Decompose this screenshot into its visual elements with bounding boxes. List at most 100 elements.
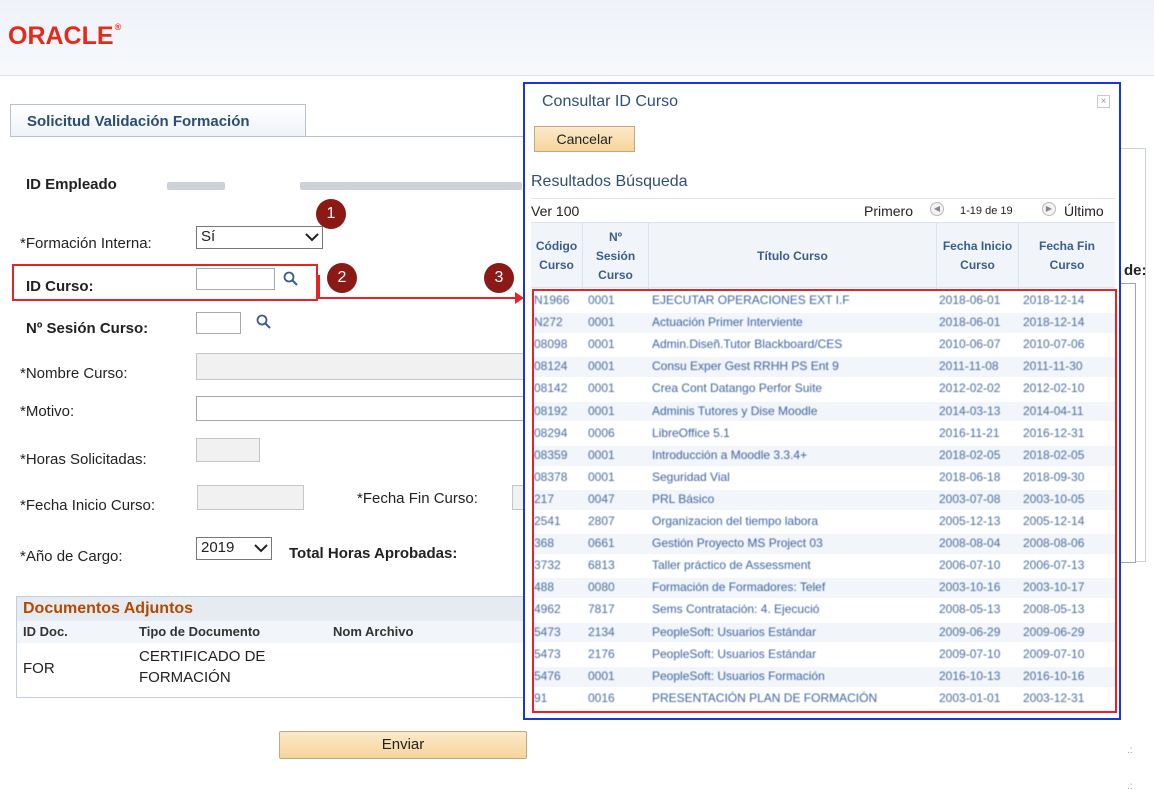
table-row[interactable]: 3732 6813 Taller práctico de Assessment 200…	[534, 556, 1115, 576]
table-row[interactable]: N1966 0001 EJECUTAR OPERACIONES EXT I.F 201…	[534, 291, 1115, 311]
cell-codigo[interactable]: 08294	[534, 426, 567, 440]
total-horas-label: Total Horas Aprobadas:	[289, 545, 458, 562]
table-row[interactable]: 08294 0006 LibreOffice 5.1 2016-11-21 2016-1…	[534, 424, 1115, 444]
cell-sesion: 0001	[588, 668, 615, 683]
cell-sesion: 0001	[588, 403, 615, 418]
doc-tipo-line2: FORMACIÓN	[139, 669, 231, 686]
cell-fin: 2016-10-16	[1023, 668, 1085, 683]
table-row[interactable]: N272 0001 Actuación Primer Interviente 2018…	[534, 313, 1115, 333]
cell-codigo[interactable]: 4962	[534, 602, 561, 616]
cell-fin: 2018-09-30	[1023, 469, 1085, 484]
table-row[interactable]: 488 0080 Formación de Formadores: Telef 200…	[534, 578, 1115, 599]
column-header-sesion[interactable]: Nº Sesión Curso	[583, 223, 649, 289]
callout-arrow	[318, 297, 518, 299]
table-row[interactable]: FOR CERTIFICADO DE FORMACIÓN	[17, 643, 525, 697]
column-header-fecha-inicio[interactable]: Fecha Inicio Curso	[937, 223, 1019, 289]
cell-fin: 2006-07-13	[1023, 558, 1085, 573]
fecha-fin-label: *Fecha Fin Curso:	[357, 490, 478, 507]
cell-sesion: 0001	[588, 447, 615, 462]
cell-codigo[interactable]: 08378	[534, 470, 567, 484]
cell-codigo[interactable]: 368	[534, 536, 554, 550]
anio-cargo-value: 2019	[201, 539, 235, 556]
cell-codigo[interactable]: 08124	[534, 359, 567, 373]
cell-fin: 2005-12-14	[1023, 514, 1085, 529]
cell-codigo[interactable]: 08098	[534, 337, 567, 351]
cell-codigo[interactable]: 5473	[534, 625, 561, 639]
results-title: Resultados Búsqueda	[531, 173, 688, 190]
table-row[interactable]: 08142 0001 Crea Cont Datango Perfor Suite 2…	[534, 379, 1115, 399]
cell-titulo: PeopleSoft: Usuarios Formación	[652, 668, 825, 683]
cell-codigo[interactable]: 5473	[534, 647, 561, 661]
formacion-interna-select[interactable]: Sí	[196, 226, 323, 249]
column-header: Nom Archivo	[333, 624, 414, 639]
cell-codigo[interactable]: 91	[534, 691, 547, 705]
cell-inicio: 2008-08-04	[939, 536, 1001, 551]
table-row[interactable]: 08192 0001 Adminis Tutores y Dise Moodle 20…	[534, 401, 1115, 422]
cell-codigo[interactable]: 217	[534, 492, 554, 506]
search-icon[interactable]	[256, 314, 272, 330]
resize-grip-icon[interactable]: .:	[1127, 745, 1133, 756]
table-row[interactable]: 08124 0001 Consu Exper Gest RRHH PS Ent 9 2…	[534, 357, 1115, 378]
table-row[interactable]: 5476 0001 PeopleSoft: Usuarios Formación 20…	[534, 666, 1115, 687]
cancel-button[interactable]: Cancelar	[534, 126, 635, 152]
last-link[interactable]: Último	[1064, 203, 1104, 219]
table-row[interactable]: 5473 2134 PeopleSoft: Usuarios Estándar 200…	[534, 622, 1115, 643]
cell-codigo[interactable]: 5476	[534, 669, 561, 683]
cell-fin: 2009-07-10	[1023, 646, 1085, 661]
cell-codigo[interactable]: N272	[534, 315, 563, 329]
column-header-titulo[interactable]: Título Curso	[649, 223, 937, 289]
cell-fin: 2011-11-30	[1023, 359, 1083, 374]
cell-codigo[interactable]: 08359	[534, 448, 567, 462]
table-row[interactable]: 217 0047 PRL Básico 2003-07-08 2003-10-05	[534, 489, 1115, 510]
column-header-codigo[interactable]: Código Curso	[531, 223, 583, 289]
id-curso-input[interactable]	[196, 268, 275, 290]
cell-inicio: 2018-06-01	[939, 315, 1001, 330]
column-header: ID Doc.	[23, 624, 68, 639]
column-header-fecha-fin[interactable]: Fecha Fin Curso	[1019, 223, 1115, 289]
cell-titulo: EJECUTAR OPERACIONES EXT I.F	[652, 293, 850, 307]
tab-divider	[10, 136, 525, 137]
cell-codigo[interactable]: 08142	[534, 381, 567, 395]
doc-tipo-line1: CERTIFICADO DE	[139, 648, 266, 665]
cell-sesion: 0001	[588, 359, 615, 374]
cell-inicio: 2009-06-29	[939, 624, 1001, 639]
chevron-down-icon	[254, 541, 268, 556]
table-row[interactable]: 91 0016 PRESENTACIÓN PLAN DE FORMACIÓN 2003…	[534, 689, 1115, 709]
table-row[interactable]: 08378 0001 Seguridad Vial 2018-06-18 2018-09…	[534, 468, 1115, 488]
anio-cargo-select[interactable]: 2019	[196, 537, 272, 560]
num-sesion-input[interactable]	[196, 312, 241, 334]
cell-codigo[interactable]: 08192	[534, 404, 567, 418]
close-icon[interactable]: ×	[1097, 95, 1110, 108]
table-row[interactable]: 4962 7817 Sems Contratación: 4. Ejecució 20…	[534, 600, 1115, 620]
table-row[interactable]: 08098 0001 Admin.Diseñ.Tutor Blackboard/CE…	[534, 335, 1115, 355]
cell-titulo: Crea Cont Datango Perfor Suite	[652, 381, 823, 396]
fecha-inicio-input[interactable]	[197, 485, 304, 510]
resize-grip-icon[interactable]: .:	[1127, 781, 1133, 792]
cell-codigo[interactable]: 2541	[534, 514, 561, 528]
cell-fin: 2014-04-11	[1023, 403, 1084, 418]
previous-icon[interactable]: ◀	[930, 202, 944, 216]
enviar-button[interactable]: Enviar	[279, 731, 527, 759]
motivo-input[interactable]	[196, 396, 526, 421]
search-icon[interactable]	[283, 271, 299, 287]
ver-all-link[interactable]: Ver 100	[531, 203, 579, 219]
cell-codigo[interactable]: 3732	[534, 558, 561, 572]
cell-codigo[interactable]: 488	[534, 580, 554, 594]
table-row[interactable]: 368 0661 Gestión Proyecto MS Project 03 200…	[534, 534, 1115, 554]
table-row[interactable]: 08359 0001 Introducción a Moodle 3.3.4+ 201…	[534, 445, 1115, 466]
table-row[interactable]: 2541 2807 Organizacion del tiempo labora 20…	[534, 512, 1115, 532]
callout-badge: 3	[484, 263, 514, 293]
table-row[interactable]: 5473 2176 PeopleSoft: Usuarios Estándar 200…	[534, 645, 1115, 665]
cell-sesion: 2807	[588, 514, 615, 529]
documentos-adjuntos-title: Documentos Adjuntos	[17, 597, 525, 621]
cell-sesion: 7817	[588, 602, 615, 617]
cell-sesion: 0006	[588, 425, 615, 440]
page-tab[interactable]: Solicitud Validación Formación	[10, 104, 306, 137]
nombre-curso-input[interactable]	[196, 353, 526, 380]
next-icon[interactable]: ▶	[1042, 202, 1056, 216]
cell-codigo[interactable]: N1966	[534, 293, 569, 307]
cell-inicio: 2014-03-13	[939, 403, 1001, 418]
cell-titulo: Formación de Formadores: Telef	[652, 580, 826, 595]
horas-solicitadas-input[interactable]	[196, 438, 260, 462]
first-link[interactable]: Primero	[864, 203, 913, 219]
